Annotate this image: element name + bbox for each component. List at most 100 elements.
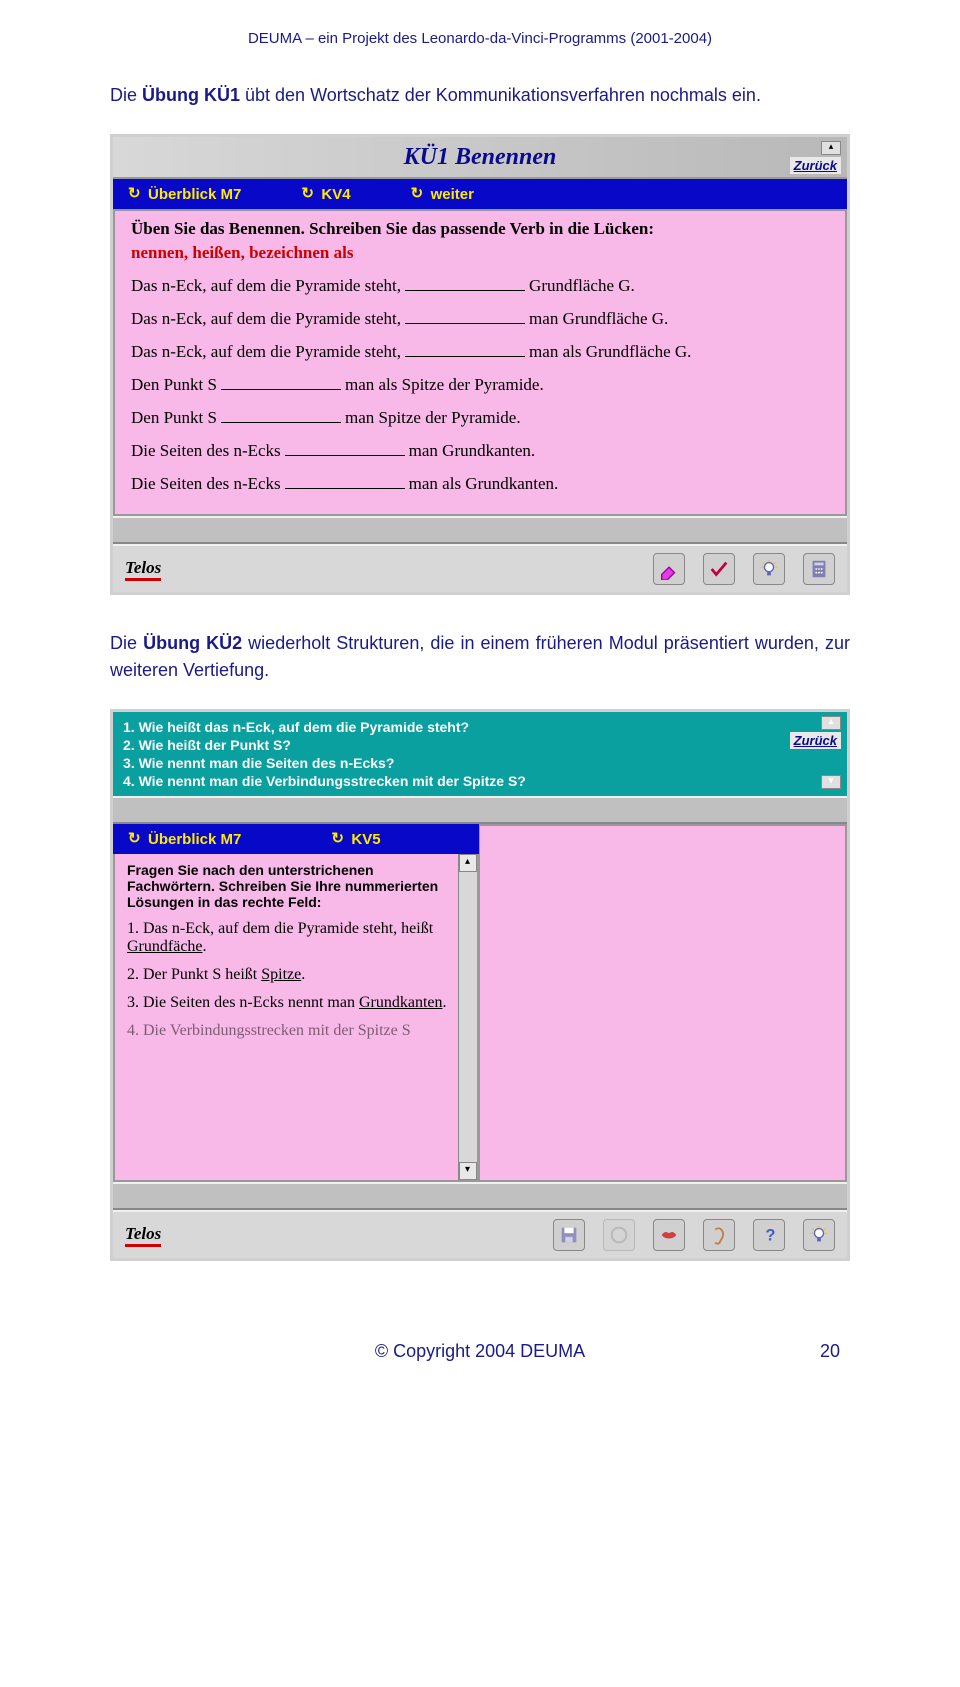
line-text: man Grundfläche G.: [529, 309, 668, 329]
instruction-text-2: Fragen Sie nach den unterstrichenen Fach…: [127, 862, 465, 910]
line-text: man Spitze der Pyramide.: [345, 408, 521, 428]
paragraph-2: Die Übung KÜ2 wiederholt Strukturen, die…: [110, 630, 850, 684]
calculator-icon[interactable]: [803, 553, 835, 585]
window-ku2: 1. Wie heißt das n-Eck, auf dem die Pyra…: [110, 709, 850, 1261]
toolbar-2: Telos ?: [113, 1210, 847, 1258]
hint-text: nennen, heißen, bezeichnen als: [131, 243, 829, 263]
refresh-icon: ↻: [301, 187, 315, 201]
teal-header: 1. Wie heißt das n-Eck, auf dem die Pyra…: [113, 712, 847, 796]
item-text: .: [301, 966, 305, 983]
para1-before: Die: [110, 85, 142, 105]
two-column-area: ↻Überblick M7 ↻KV5 Fragen Sie nach den u…: [113, 824, 847, 1182]
gray-strip: [113, 796, 847, 824]
exercise-body: Üben Sie das Benennen. Schreiben Sie das…: [113, 209, 847, 516]
line-text: Das n-Eck, auf dem die Pyramide steht,: [131, 342, 401, 362]
ear-icon[interactable]: [703, 1219, 735, 1251]
nav-overview-label: Überblick M7: [148, 186, 241, 203]
telos-logo: Telos: [125, 558, 161, 581]
lightbulb-icon[interactable]: [803, 1219, 835, 1251]
nav-kv5-label: KV5: [351, 831, 380, 848]
item-text: .: [442, 994, 446, 1011]
line-text: Grundfläche G.: [529, 276, 635, 296]
blank-input[interactable]: [405, 339, 525, 357]
list-item: 3. Die Seiten des n-Ecks nennt man Grund…: [127, 994, 465, 1012]
blank-input[interactable]: [405, 306, 525, 324]
app-title: KÜ1 Benennen: [404, 144, 557, 171]
audio-icon: [603, 1219, 635, 1251]
nav-kv5[interactable]: ↻KV5: [331, 831, 380, 848]
underlined-term: Grundkanten: [359, 994, 443, 1011]
list-item: 2. Der Punkt S heißt Spitze.: [127, 966, 465, 984]
list-item: 1. Das n-Eck, auf dem die Pyramide steht…: [127, 920, 465, 956]
nav-weiter-label: weiter: [431, 186, 474, 203]
blank-input[interactable]: [285, 438, 405, 456]
nav-kv4[interactable]: ↻ KV4: [301, 186, 350, 203]
item-text: 2. Der Punkt S heißt: [127, 966, 261, 983]
scroll-down-icon[interactable]: ▾: [821, 775, 841, 789]
help-icon[interactable]: ?: [753, 1219, 785, 1251]
header-q1: 1. Wie heißt das n-Eck, auf dem die Pyra…: [123, 719, 837, 735]
lips-icon[interactable]: [653, 1219, 685, 1251]
line-text: man als Grundkanten.: [409, 474, 559, 494]
window-ku1: KÜ1 Benennen ▴ Zurück ↻ Überblick M7 ↻ KV4…: [110, 134, 850, 595]
nav-overview-label-2: Überblick M7: [148, 831, 241, 848]
nav-weiter[interactable]: ↻weiter: [411, 186, 474, 203]
toolbar: Telos: [113, 544, 847, 592]
blank-input[interactable]: [405, 273, 525, 291]
scroll-up-icon[interactable]: ▴: [459, 854, 477, 872]
exercise-line-6: Die Seiten des n-Ecksman Grundkanten.: [131, 438, 829, 461]
nav-overview-2[interactable]: ↻Überblick M7: [128, 831, 241, 848]
paragraph-1: Die Übung KÜ1 übt den Wortschatz der Kom…: [110, 82, 850, 109]
gray-strip: [113, 516, 847, 544]
exercise-line-4: Den Punkt S man als Spitze der Pyramide.: [131, 372, 829, 395]
line-text: Die Seiten des n-Ecks: [131, 474, 281, 494]
page-footer: © Copyright 2004 DEUMA 20: [110, 1341, 850, 1362]
nav-kv4-label: KV4: [321, 186, 350, 203]
nav-overview[interactable]: ↻ Überblick M7: [128, 186, 241, 203]
header-q3: 3. Wie nennt man die Seiten des n-Ecks?: [123, 755, 837, 771]
scroll-down-icon[interactable]: ▾: [459, 1162, 477, 1180]
underlined-term: Grundfäche: [127, 938, 203, 955]
scroll-up-icon[interactable]: ▴: [821, 141, 841, 155]
exercise-left-panel: Fragen Sie nach den unterstrichenen Fach…: [113, 854, 479, 1182]
check-icon[interactable]: [703, 553, 735, 585]
para1-after: übt den Wortschatz der Kommunikationsver…: [240, 85, 761, 105]
para1-bold: Übung KÜ1: [142, 85, 240, 105]
answer-panel[interactable]: [479, 824, 848, 1182]
nav-bar: ↻ Überblick M7 ↻ KV4 ↻weiter: [113, 179, 847, 209]
refresh-icon: ↻: [128, 187, 142, 201]
exercise-line-2: Das n-Eck, auf dem die Pyramide steht,ma…: [131, 306, 829, 329]
gray-strip: [113, 1182, 847, 1210]
eraser-icon[interactable]: [653, 553, 685, 585]
back-link[interactable]: Zurück: [790, 732, 841, 749]
blank-input[interactable]: [285, 471, 405, 489]
line-text: Den Punkt S: [131, 375, 217, 395]
line-text: man als Grundfläche G.: [529, 342, 691, 362]
underlined-term: Spitze: [261, 966, 301, 983]
line-text: man als Spitze der Pyramide.: [345, 375, 544, 395]
doc-header: DEUMA – ein Projekt des Leonardo-da-Vinc…: [110, 30, 850, 47]
para2-before: Die: [110, 633, 143, 653]
header-q2: 2. Wie heißt der Punkt S?: [123, 737, 837, 753]
nav-bar-2: ↻Überblick M7 ↻KV5: [113, 824, 479, 854]
exercise-line-7: Die Seiten des n-Ecks man als Grundkanten…: [131, 471, 829, 494]
line-text: Den Punkt S: [131, 408, 217, 428]
svg-text:?: ?: [765, 1227, 775, 1245]
exercise-line-3: Das n-Eck, auf dem die Pyramide steht, ma…: [131, 339, 829, 362]
exercise-line-1: Das n-Eck, auf dem die Pyramide steht, Gr…: [131, 273, 829, 296]
list-item-cut: 4. Die Verbindungsstrecken mit der Spitz…: [127, 1022, 465, 1040]
blank-input[interactable]: [221, 372, 341, 390]
lightbulb-icon[interactable]: [753, 553, 785, 585]
exercise-line-5: Den Punkt S man Spitze der Pyramide.: [131, 405, 829, 428]
blank-input[interactable]: [221, 405, 341, 423]
scroll-up-icon[interactable]: ▴: [821, 716, 841, 730]
item-text: .: [203, 938, 207, 955]
page-number: 20: [800, 1341, 840, 1362]
save-icon[interactable]: [553, 1219, 585, 1251]
item-text: 3. Die Seiten des n-Ecks nennt man: [127, 994, 359, 1011]
line-text: man Grundkanten.: [409, 441, 536, 461]
back-link[interactable]: Zurück: [790, 157, 841, 174]
vertical-scrollbar[interactable]: ▴ ▾: [458, 854, 477, 1180]
para2-bold: Übung KÜ2: [143, 633, 242, 653]
line-text: Das n-Eck, auf dem die Pyramide steht,: [131, 276, 401, 296]
